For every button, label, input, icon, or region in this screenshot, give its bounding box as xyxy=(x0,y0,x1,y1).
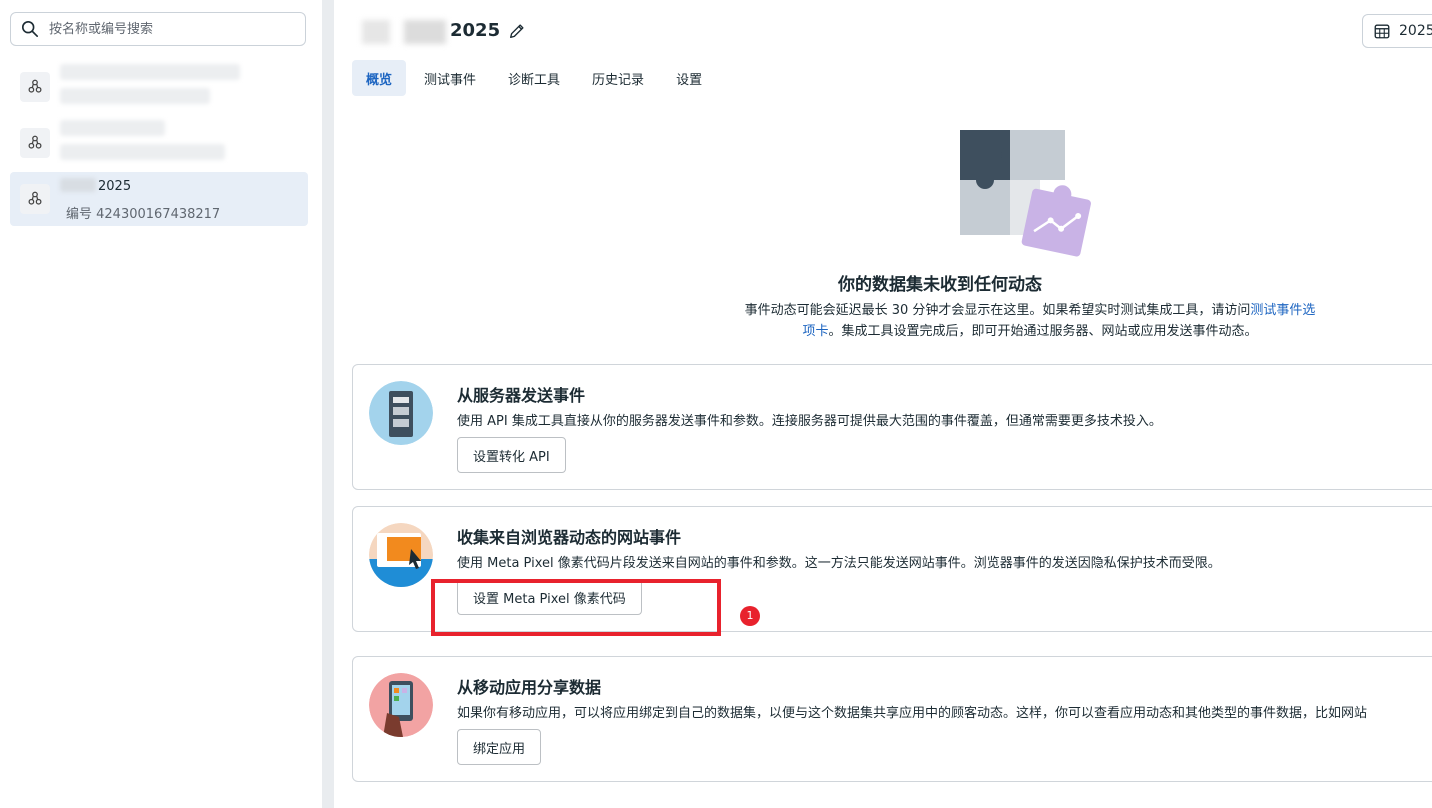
server-events-card: 从服务器发送事件 使用 API 集成工具直接从你的服务器发送事件和参数。连接服务… xyxy=(352,364,1432,490)
sidebar-divider[interactable] xyxy=(322,0,334,808)
card-title: 收集来自浏览器动态的网站事件 xyxy=(457,528,682,547)
title-redacted xyxy=(404,20,446,44)
setup-conversions-api-button[interactable]: 设置转化 API xyxy=(457,437,566,473)
mobile-app-icon xyxy=(369,673,433,737)
empty-state-title: 你的数据集未收到任何动态 xyxy=(838,275,1042,295)
annotation-step-badge: 1 xyxy=(740,606,760,626)
date-range-button[interactable]: 2025 xyxy=(1362,14,1432,48)
dataset-id: 编号 424300167438217 xyxy=(66,207,221,222)
card-title: 从服务器发送事件 xyxy=(457,386,586,405)
tab-bar: 概览 测试事件 诊断工具 历史记录 设置 xyxy=(352,60,720,96)
empty-desc-text: 事件动态可能会延迟最长 30 分钟才会显示在这里。如果希望实时测试集成工具，请访… xyxy=(744,303,1251,318)
connect-app-button[interactable]: 绑定应用 xyxy=(457,729,542,765)
dataset-icon xyxy=(20,72,50,102)
card-title: 从移动应用分享数据 xyxy=(457,678,602,697)
card-description: 如果你有移动应用，可以将应用绑定到自己的数据集，以便与这个数据集共享应用中的顾客… xyxy=(457,706,1368,721)
empty-desc-text: 。集成工具设置完成后，即可开始通过服务器、网站或应用发送事件动态。 xyxy=(828,324,1258,339)
calendar-icon xyxy=(1374,24,1390,39)
empty-state-description: 事件动态可能会延迟最长 30 分钟才会显示在这里。如果希望实时测试集成工具，请访… xyxy=(740,300,1320,342)
search-icon xyxy=(21,20,39,38)
tab-history[interactable]: 历史记录 xyxy=(578,60,658,96)
tab-overview[interactable]: 概览 xyxy=(352,60,407,96)
search-box[interactable] xyxy=(10,12,306,46)
dataset-item-active[interactable]: 2025 编号 424300167438217 xyxy=(10,172,308,226)
dataset-icon xyxy=(20,128,50,158)
dataset-icon xyxy=(20,184,50,214)
dataset-name: 2025 xyxy=(98,179,132,194)
pencil-icon[interactable] xyxy=(508,22,526,40)
browser-icon xyxy=(369,523,433,587)
card-description: 使用 Meta Pixel 像素代码片段发送来自网站的事件和参数。这一方法只能发… xyxy=(457,556,1221,571)
tab-diagnostics[interactable]: 诊断工具 xyxy=(494,60,574,96)
dataset-item[interactable] xyxy=(10,60,308,114)
date-range-label: 2025 xyxy=(1399,23,1432,39)
search-input[interactable] xyxy=(47,20,291,38)
annotation-highlight-box xyxy=(431,579,721,636)
page-title: 2025 xyxy=(450,20,501,41)
sidebar: 2025 编号 424300167438217 xyxy=(0,0,322,808)
card-description: 使用 API 集成工具直接从你的服务器发送事件和参数。连接服务器可提供最大范围的… xyxy=(457,414,1162,429)
title-redacted xyxy=(362,20,390,44)
tab-test-events[interactable]: 测试事件 xyxy=(410,60,490,96)
server-icon xyxy=(369,381,433,445)
puzzle-illustration xyxy=(960,130,1091,257)
dataset-item[interactable] xyxy=(10,116,308,170)
mobile-app-card: 从移动应用分享数据 如果你有移动应用，可以将应用绑定到自己的数据集，以便与这个数… xyxy=(352,656,1432,782)
tab-settings[interactable]: 设置 xyxy=(662,60,716,96)
